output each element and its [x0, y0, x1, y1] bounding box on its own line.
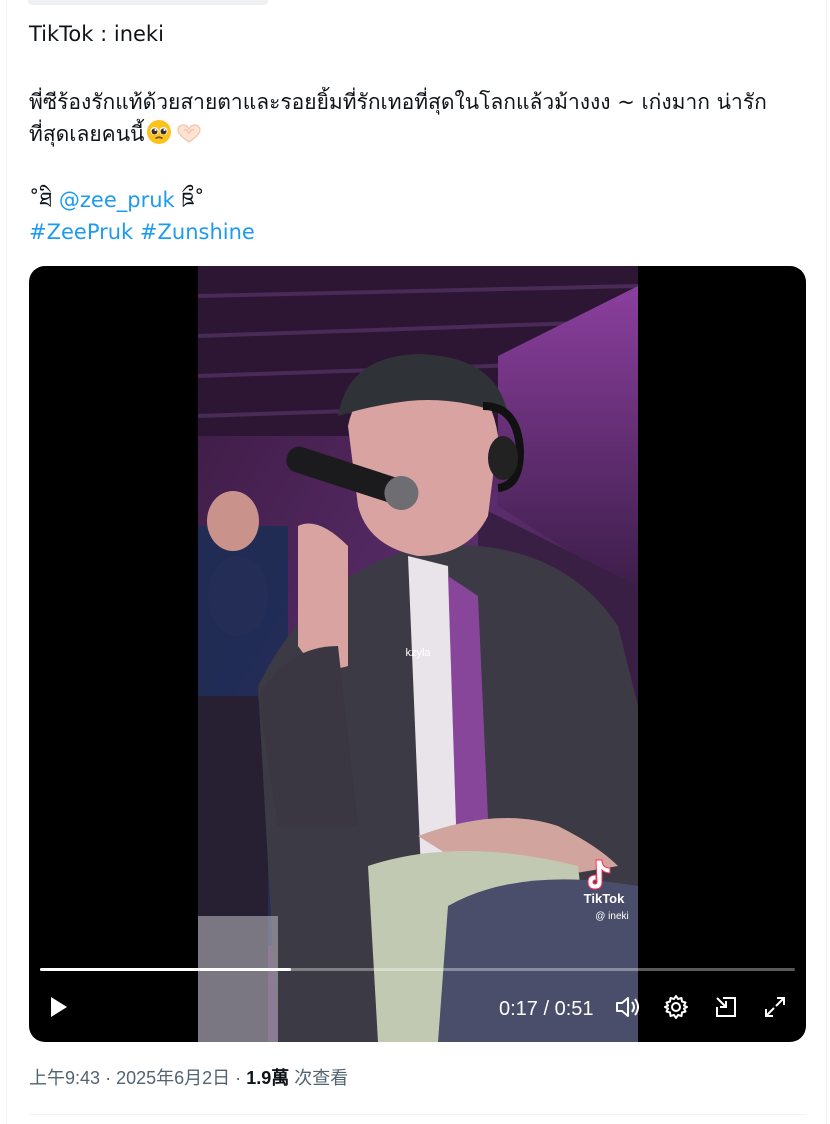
pleading-face-emoji — [146, 119, 172, 154]
volume-icon — [613, 993, 641, 1025]
separator: · — [105, 1068, 112, 1088]
post-time[interactable]: 上午9:43 — [29, 1068, 100, 1088]
tweet-metadata: 上午9:43 · 2025年6月2日 · 1.9萬 次查看 — [29, 1064, 348, 1090]
hashtag-zunshine[interactable]: #Zunshine — [140, 220, 255, 244]
decoration-left: ˚ཐི — [29, 188, 53, 212]
hashtag-line: #ZeePruk #Zunshine — [29, 216, 255, 248]
video-player[interactable]: kzyla TikTok @ ineki 0:17 / 0:51 — [29, 266, 806, 1042]
pip-icon — [713, 994, 739, 1024]
hashtag-zeepruk[interactable]: #ZeePruk — [29, 220, 133, 244]
divider — [29, 1114, 806, 1115]
gear-icon — [663, 994, 689, 1024]
view-count-label: 次查看 — [294, 1068, 349, 1088]
previous-element-edge — [28, 0, 268, 5]
tweet-body-line2: ที่สุดเลยคนนี้ — [29, 118, 204, 154]
tweet-source-line: TikTok : ineki — [29, 22, 164, 46]
picture-in-picture-button[interactable] — [709, 992, 743, 1026]
mention-link[interactable]: @zee_pruk — [59, 188, 175, 212]
fullscreen-icon — [763, 995, 787, 1023]
mention-line: ˚ཐི @zee_pruk ཋྀ˚ — [29, 184, 205, 216]
volume-button[interactable] — [610, 992, 644, 1026]
video-frame: kzyla TikTok @ ineki — [198, 266, 638, 1042]
timeline-border-left — [6, 0, 7, 1124]
time-display: 0:17 / 0:51 — [499, 998, 594, 1020]
player-controls: 0:17 / 0:51 — [29, 986, 806, 1036]
overlay-name-label: kzyla — [405, 647, 431, 659]
tweet-body-line2-text: ที่สุดเลยคนนี้ — [29, 122, 145, 146]
decoration-right: ཋྀ˚ — [181, 188, 205, 212]
fullscreen-button[interactable] — [758, 992, 792, 1026]
play-icon — [46, 995, 70, 1023]
tiktok-watermark-user: @ ineki — [595, 911, 629, 922]
heart-hands-emoji — [174, 121, 204, 154]
tiktok-watermark-brand: TikTok — [584, 891, 625, 906]
progress-bar[interactable] — [40, 968, 795, 971]
settings-button[interactable] — [659, 992, 693, 1026]
post-date[interactable]: 2025年6月2日 — [116, 1068, 230, 1088]
tweet-body-line1: พี่ซีร้องรักแท้ด้วยสายตาและรอยยิ้มที่รัก… — [29, 90, 767, 114]
progress-bar-fill — [40, 968, 291, 971]
timeline-border-right — [826, 0, 827, 1124]
view-count: 1.9萬 — [246, 1068, 290, 1088]
separator: · — [235, 1068, 242, 1088]
play-button[interactable] — [41, 992, 75, 1026]
